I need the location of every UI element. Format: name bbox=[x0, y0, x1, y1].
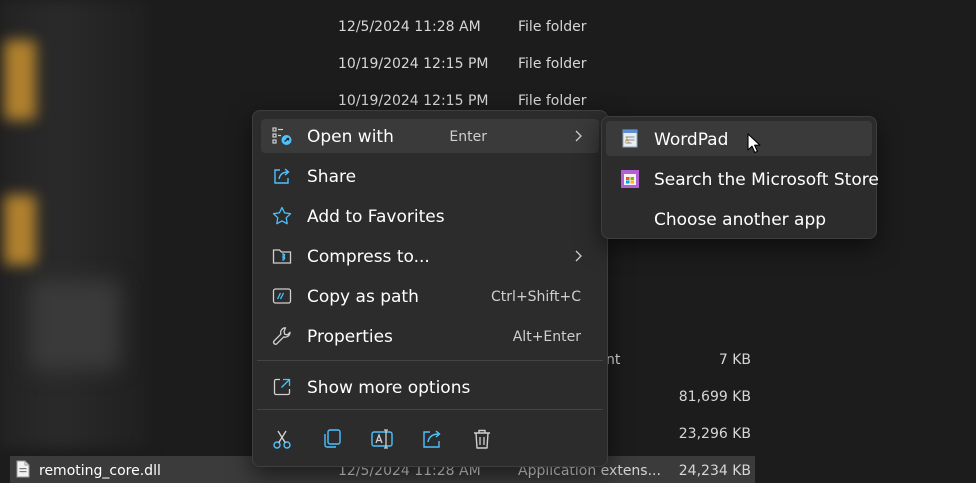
submenu-item-label: Choose another app bbox=[654, 210, 827, 230]
submenu-item-choose-another-app[interactable]: Choose another app bbox=[606, 201, 872, 236]
wrench-icon bbox=[272, 327, 291, 345]
menu-separator bbox=[257, 409, 603, 410]
row-size: 23,296 KB bbox=[678, 426, 751, 442]
row-size: 7 KB bbox=[718, 352, 751, 368]
menu-item-copy-as-path[interactable]: Copy as path Ctrl+Shift+C bbox=[261, 279, 599, 313]
row-size: 24,234 KB bbox=[678, 463, 751, 479]
share-icon bbox=[274, 168, 290, 184]
row-type: File folder bbox=[518, 19, 587, 35]
blurred-thumbnail bbox=[30, 280, 120, 370]
row-type: File folder bbox=[518, 93, 587, 109]
menu-item-share[interactable]: Share bbox=[261, 159, 599, 193]
open-with-submenu: A WordPad Search the Microsoft Store Cho… bbox=[601, 116, 879, 239]
rename-icon[interactable] bbox=[370, 427, 394, 451]
share-icon[interactable] bbox=[420, 427, 444, 451]
menu-item-label: Properties bbox=[307, 327, 393, 347]
delete-icon[interactable] bbox=[470, 427, 494, 451]
row-date: 10/19/2024 12:15 PM bbox=[338, 93, 489, 109]
submenu-item-microsoft-store[interactable]: Search the Microsoft Store bbox=[606, 161, 879, 196]
menu-item-open-with[interactable]: Open with Enter bbox=[261, 119, 599, 153]
star-icon bbox=[272, 206, 292, 225]
menu-item-properties[interactable]: Properties Alt+Enter bbox=[261, 319, 599, 353]
svg-text:A: A bbox=[625, 137, 630, 145]
copy-icon[interactable] bbox=[320, 427, 344, 451]
folder-icon bbox=[4, 195, 36, 265]
menu-item-label: Copy as path bbox=[307, 287, 419, 307]
row-size: 81,699 KB bbox=[678, 389, 751, 405]
menu-item-compress-to[interactable]: Compress to... bbox=[261, 239, 599, 273]
mouse-cursor-icon bbox=[747, 133, 761, 154]
show-more-icon bbox=[273, 378, 291, 396]
menu-item-shortcut: Ctrl+Shift+C bbox=[491, 289, 581, 305]
row-date: 10/19/2024 12:15 PM bbox=[338, 56, 489, 72]
menu-item-show-more-options[interactable]: Show more options bbox=[261, 370, 599, 404]
menu-item-label: Show more options bbox=[307, 378, 471, 398]
row-date: 12/5/2024 11:28 AM bbox=[338, 19, 481, 35]
menu-item-label: Share bbox=[307, 167, 357, 187]
menu-separator bbox=[257, 360, 603, 361]
row-type: nt bbox=[606, 352, 621, 368]
submenu-item-label: WordPad bbox=[654, 130, 729, 150]
chevron-right-icon bbox=[575, 250, 582, 262]
menu-item-label: Open with bbox=[307, 127, 394, 147]
zip-folder-icon bbox=[272, 249, 292, 264]
folder-icon bbox=[4, 40, 36, 120]
cut-icon[interactable] bbox=[270, 427, 294, 451]
microsoft-store-icon bbox=[621, 170, 639, 188]
file-name[interactable]: remoting_core.dll bbox=[39, 463, 161, 479]
menu-item-label: Add to Favorites bbox=[307, 207, 445, 227]
open-with-icon bbox=[272, 127, 292, 145]
menu-item-add-to-favorites[interactable]: Add to Favorites bbox=[261, 199, 599, 233]
menu-item-shortcut: Alt+Enter bbox=[512, 329, 581, 345]
row-type: File folder bbox=[518, 56, 587, 72]
dll-file-icon bbox=[16, 460, 30, 478]
submenu-item-wordpad[interactable]: A WordPad bbox=[606, 121, 872, 156]
context-menu: Open with Enter Share Add to Favorites C… bbox=[252, 110, 608, 467]
submenu-item-label: Search the Microsoft Store bbox=[654, 170, 879, 190]
copy-path-icon bbox=[272, 288, 292, 304]
wordpad-icon: A bbox=[622, 129, 638, 148]
menu-item-label: Compress to... bbox=[307, 247, 430, 267]
menu-item-shortcut: Enter bbox=[449, 129, 487, 145]
chevron-right-icon bbox=[575, 130, 582, 142]
